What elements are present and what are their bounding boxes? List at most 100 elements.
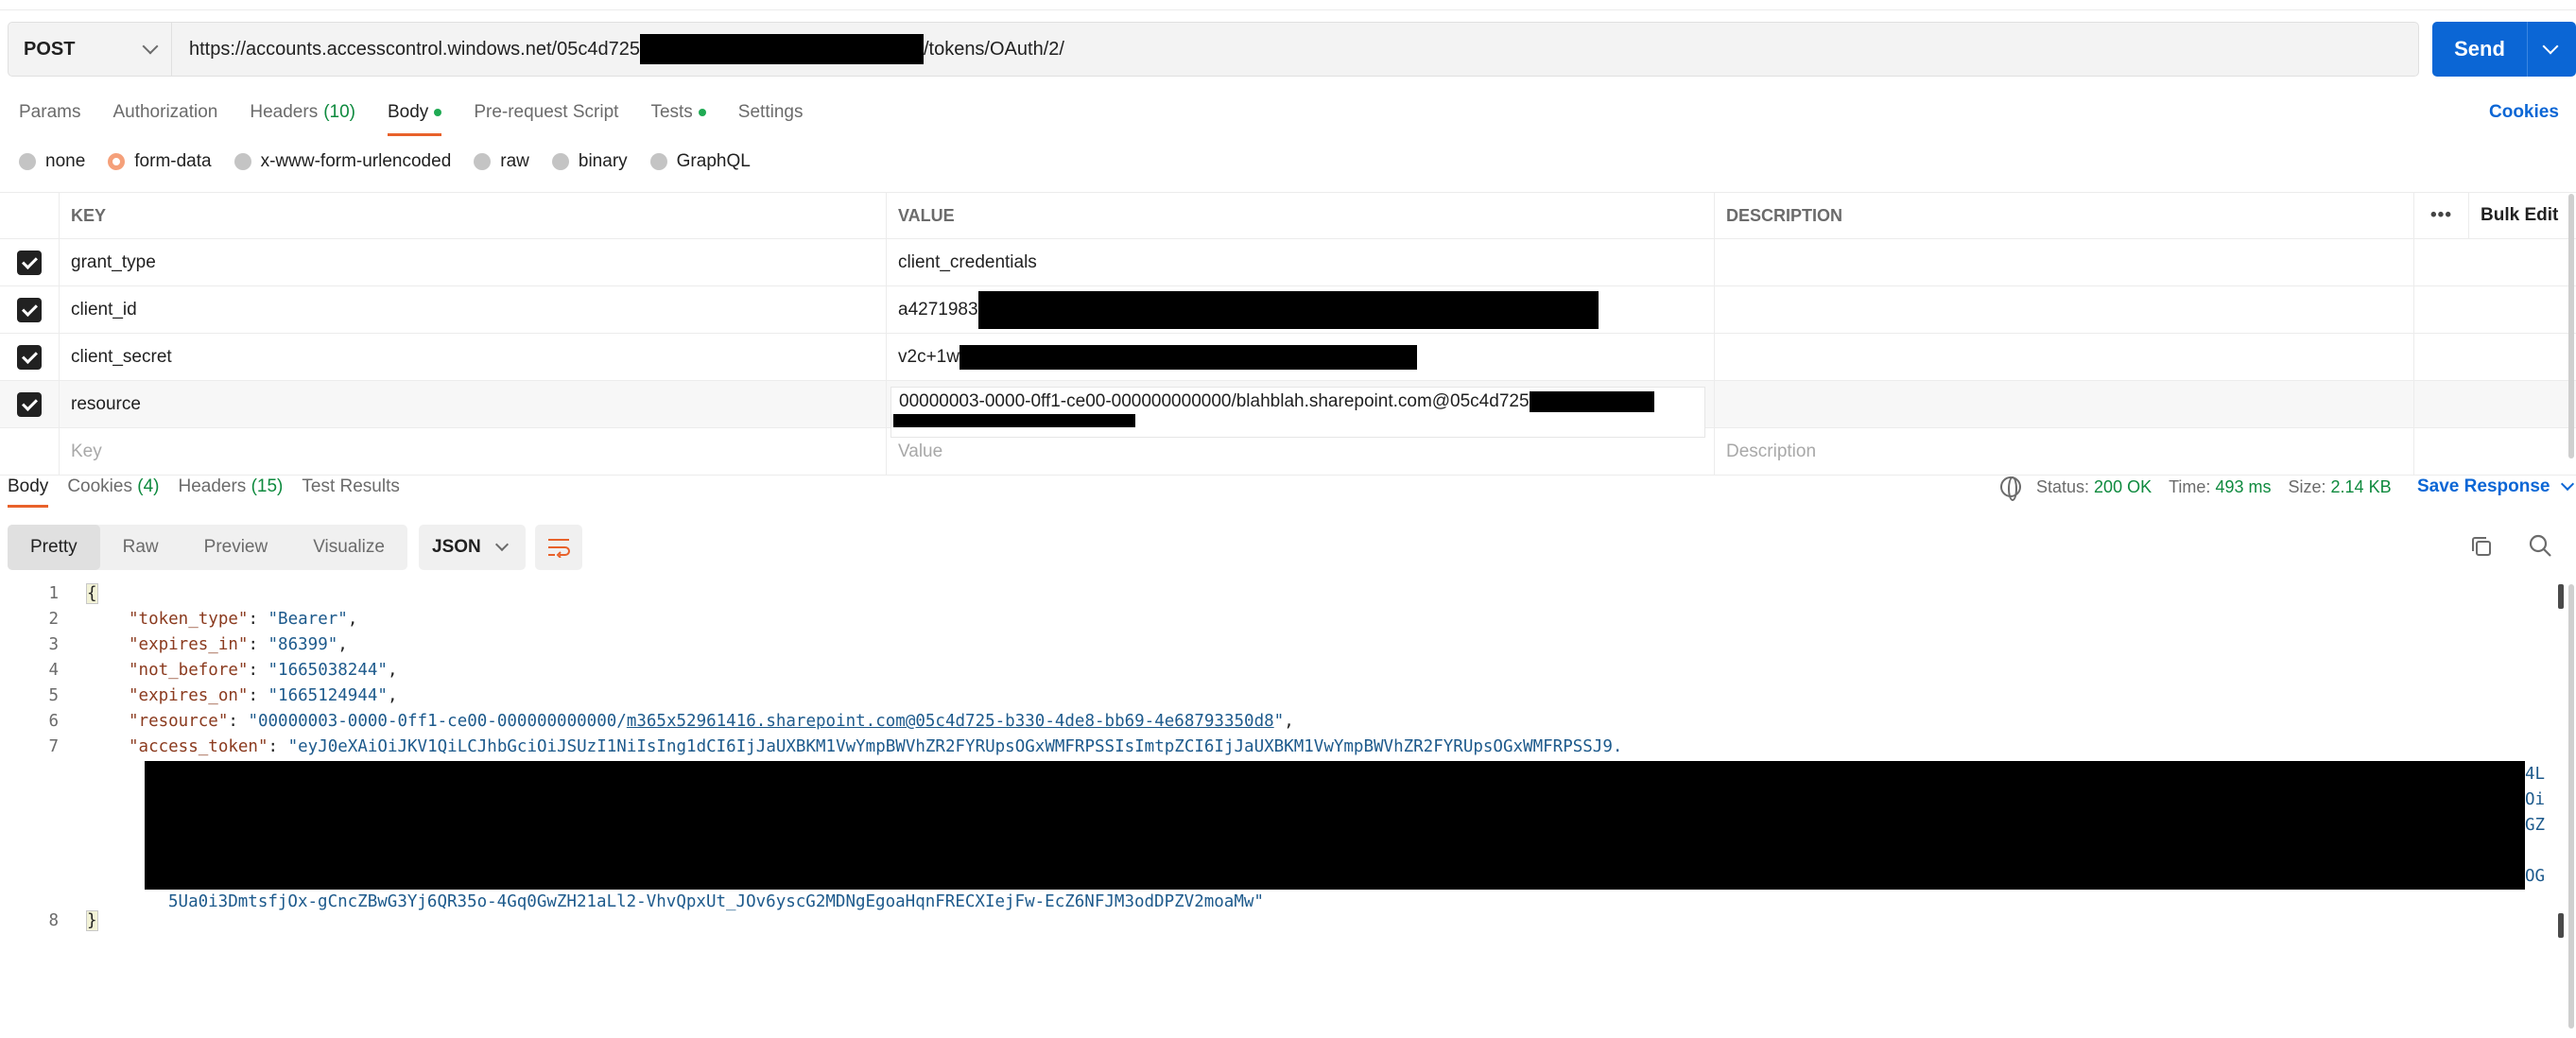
more-options-button[interactable]: ••• — [2414, 193, 2469, 238]
send-button[interactable]: Send — [2432, 22, 2576, 77]
radio-raw[interactable]: raw — [474, 151, 529, 172]
code-line: 5Ua0i3DmtsfjOx-gCncZBwG3Yj6QR35o-4Gq0GwZ… — [168, 892, 1264, 911]
tab-body[interactable]: Body — [388, 98, 442, 136]
json-link[interactable]: m365x52961416.sharepoint.com@05c4d725-b3… — [627, 712, 1274, 731]
value-cell[interactable]: client_credentials — [887, 239, 1715, 285]
tab-count: (4) — [137, 476, 160, 496]
value-cell[interactable]: v2c+1w — [887, 334, 1715, 380]
response-tabs: Body Cookies (4) Headers (15) Test Resul… — [0, 476, 411, 508]
chevron-down-icon — [2561, 476, 2575, 492]
description-placeholder[interactable]: Description — [1715, 428, 2414, 475]
line-number: 7 — [48, 737, 59, 756]
wrap-lines-button[interactable] — [535, 525, 582, 570]
radio-circle — [233, 153, 251, 170]
row-check-cell — [0, 381, 60, 427]
search-icon[interactable] — [2528, 533, 2552, 558]
json-key: "expires_in" — [129, 635, 249, 654]
tab-label: Test Results — [302, 476, 400, 496]
copy-icon[interactable] — [2470, 535, 2493, 558]
code-line: } — [86, 910, 98, 931]
open-brace: { — [86, 583, 98, 604]
tab-test-results[interactable]: Test Results — [302, 476, 399, 497]
radio-label: none — [45, 151, 86, 171]
row-checkbox[interactable] — [17, 297, 42, 322]
view-pretty[interactable]: Pretty — [8, 525, 100, 570]
table-header-row: KEY VALUE DESCRIPTION ••• Bulk Edit — [0, 192, 2576, 239]
tab-tests[interactable]: Tests — [650, 98, 706, 127]
format-label: JSON — [432, 537, 481, 557]
table-row: grant_type client_credentials — [0, 239, 2576, 286]
time-value: 493 ms — [2215, 476, 2272, 496]
scroll-thumb[interactable] — [2558, 584, 2564, 609]
redaction-block — [1529, 391, 1654, 412]
request-bar: POST https://accounts.accesscontrol.wind… — [8, 22, 2419, 77]
key-cell[interactable]: client_secret — [60, 334, 887, 380]
radio-circle-selected — [108, 153, 126, 170]
json-key: "access_token" — [129, 737, 268, 756]
chevron-down-icon[interactable] — [2542, 38, 2559, 55]
value-cell[interactable]: a4271983 — [887, 286, 1715, 333]
scrollbar[interactable] — [2568, 584, 2574, 1029]
tab-label: Headers — [178, 476, 247, 496]
description-cell[interactable] — [1715, 334, 2414, 380]
value-editor[interactable]: 00000003-0000-0ff1-ce00-000000000000/bla… — [890, 387, 1705, 438]
redaction-block — [639, 34, 924, 64]
key-placeholder[interactable]: Key — [60, 428, 887, 475]
bulk-edit-button[interactable]: Bulk Edit — [2469, 193, 2576, 238]
row-check-cell — [0, 334, 60, 380]
radio-label: raw — [500, 151, 529, 171]
key-cell[interactable]: resource — [60, 381, 887, 427]
tab-response-headers[interactable]: Headers (15) — [178, 476, 283, 497]
radio-circle — [19, 153, 36, 170]
tab-response-body[interactable]: Body — [8, 476, 49, 508]
send-label: Send — [2454, 37, 2505, 61]
radio-x-www-form-urlencoded[interactable]: x-www-form-urlencoded — [233, 151, 451, 172]
tab-response-cookies[interactable]: Cookies (4) — [67, 476, 159, 497]
tab-label: Pre-request Script — [474, 102, 619, 122]
code-line: "resource": "00000003-0000-0ff1-ce00-000… — [129, 712, 1294, 731]
format-select[interactable]: JSON — [419, 525, 526, 570]
tab-headers[interactable]: Headers (10) — [250, 98, 355, 127]
tab-settings[interactable]: Settings — [738, 98, 804, 127]
save-response-label: Save Response — [2417, 476, 2550, 496]
json-value: "Bearer" — [268, 610, 348, 629]
tab-params[interactable]: Params — [19, 98, 80, 127]
row-checkbox[interactable] — [17, 391, 42, 417]
tab-authorization[interactable]: Authorization — [112, 98, 217, 127]
code-fragment: GZ — [2525, 816, 2546, 835]
table-row: resource 00000003-0000-0ff1-ce00-0000000… — [0, 381, 2576, 438]
save-response-button[interactable]: Save Response — [2417, 476, 2575, 497]
row-checkbox[interactable] — [17, 250, 42, 275]
cookies-link[interactable]: Cookies — [2489, 102, 2559, 123]
scroll-thumb[interactable] — [2558, 913, 2564, 938]
radio-binary[interactable]: binary — [551, 151, 628, 172]
scrollbar[interactable] — [2568, 194, 2574, 458]
method-select[interactable]: POST — [9, 23, 172, 76]
radio-graphql[interactable]: GraphQL — [649, 151, 751, 172]
value-text: v2c+1w — [898, 346, 960, 367]
radio-none[interactable]: none — [19, 151, 85, 172]
radio-circle — [649, 153, 667, 170]
tab-count: (15) — [251, 476, 284, 496]
view-raw[interactable]: Raw — [100, 525, 182, 570]
globe-icon[interactable] — [2000, 476, 2021, 501]
key-cell[interactable]: client_id — [60, 286, 887, 333]
key-cell[interactable]: grant_type — [60, 239, 887, 285]
description-cell[interactable] — [1715, 381, 2414, 427]
tab-pre-request-script[interactable]: Pre-request Script — [474, 98, 618, 127]
line-number: 3 — [48, 635, 59, 654]
url-suffix: /tokens/OAuth/2/ — [923, 38, 1064, 60]
view-visualize[interactable]: Visualize — [290, 525, 407, 570]
json-key: "token_type" — [129, 610, 249, 629]
line-number: 2 — [48, 610, 59, 629]
row-checkbox[interactable] — [17, 344, 42, 370]
url-input[interactable]: https://accounts.accesscontrol.windows.n… — [172, 34, 1064, 64]
description-cell[interactable] — [1715, 239, 2414, 285]
json-value: "00000003-0000-0ff1-ce00-000000000000/ — [248, 712, 627, 731]
radio-form-data[interactable]: form-data — [108, 151, 212, 172]
status-dot — [698, 109, 706, 116]
view-preview[interactable]: Preview — [182, 525, 291, 570]
description-cell[interactable] — [1715, 286, 2414, 333]
code-line: "token_type": "Bearer", — [129, 610, 358, 629]
json-value: "86399" — [268, 635, 338, 654]
